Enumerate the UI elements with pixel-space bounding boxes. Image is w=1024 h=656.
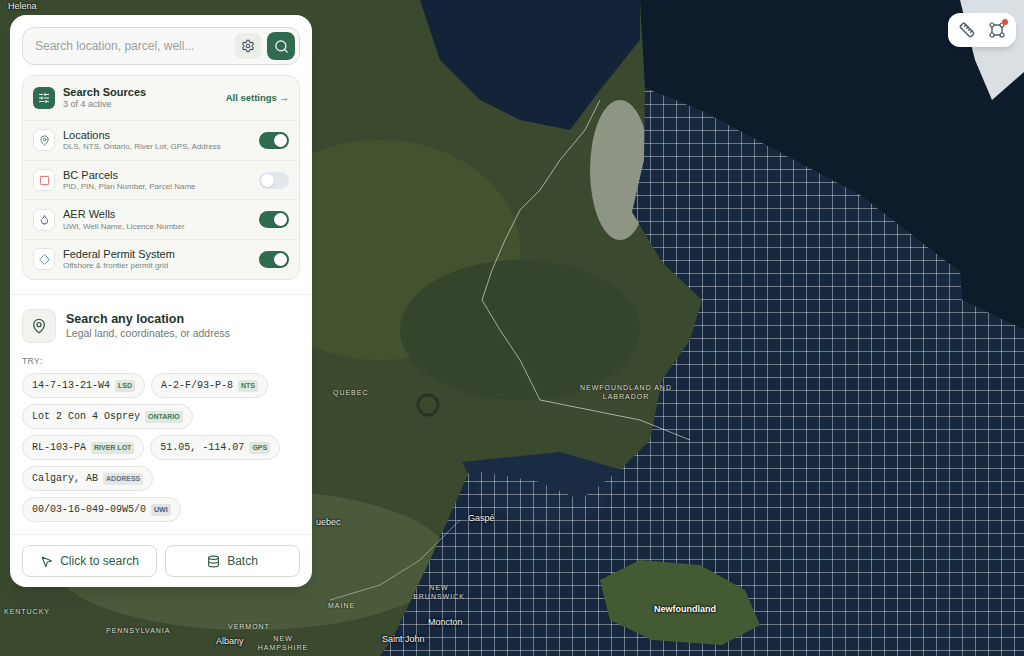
- search-button[interactable]: [267, 32, 295, 60]
- map-label: QUEBEC: [333, 388, 368, 397]
- source-icon: [39, 135, 50, 146]
- all-settings-link[interactable]: All settings →: [226, 91, 289, 105]
- example-chip[interactable]: Calgary, AB ADDRESS: [22, 466, 153, 491]
- source-description: PID, PIN, Plan Number, Parcel Name: [63, 182, 251, 192]
- click-to-search-button[interactable]: Click to search: [22, 545, 157, 577]
- source-icon: [39, 175, 50, 186]
- source-row[interactable]: AER WellsUWI, Well Name, Licence Number: [23, 199, 299, 239]
- example-text: Calgary, AB: [32, 471, 98, 486]
- search-input[interactable]: [35, 37, 229, 55]
- location-pin-icon: [31, 318, 47, 334]
- map-label: Albany: [216, 636, 244, 647]
- source-icon-box: [33, 129, 55, 151]
- cursor-icon: [40, 555, 53, 568]
- map-label: KENTUCKY: [4, 607, 50, 616]
- alert-dot: [1002, 19, 1008, 25]
- example-chip[interactable]: RL-103-PA RIVER LOT: [22, 435, 144, 460]
- source-description: DLS, NTS, Ontario, River Lot, GPS, Addre…: [63, 142, 251, 152]
- example-list: 14-7-13-21-W4 LSD A-2-F/93-P-8 NTS Lot 2 Con…: [22, 373, 300, 522]
- source-icon-box: [33, 169, 55, 191]
- database-icon: [207, 555, 220, 568]
- toggle-knob: [274, 213, 287, 226]
- map-toolbar: [948, 13, 1016, 47]
- example-text: Lot 2 Con 4 Osprey: [32, 409, 140, 424]
- example-badge: LSD: [115, 380, 135, 393]
- search-settings-button[interactable]: [235, 33, 261, 59]
- gear-icon: [241, 39, 255, 53]
- map-label: Gaspé: [468, 513, 495, 524]
- source-icon: [39, 214, 50, 225]
- map-label: Newfoundland: [654, 604, 716, 615]
- source-row[interactable]: LocationsDLS, NTS, Ontario, River Lot, G…: [23, 120, 299, 160]
- batch-button[interactable]: Batch: [165, 545, 300, 577]
- example-badge: ADDRESS: [103, 473, 143, 486]
- source-name: BC Parcels: [63, 168, 251, 182]
- map-label: NEW HAMPSHIRE: [252, 634, 314, 653]
- prompt-subtitle: Legal land, coordinates, or address: [66, 327, 230, 341]
- map-label: Moncton: [428, 617, 463, 628]
- example-text: 51.05, -114.07: [160, 440, 244, 455]
- magnifier-icon: [274, 39, 289, 54]
- toggle-knob: [261, 174, 274, 187]
- example-text: 00/03-16-049-09W5/0: [32, 502, 146, 517]
- panel-footer: Click to searchBatch: [10, 534, 312, 587]
- example-chip[interactable]: Lot 2 Con 4 Osprey ONTARIO: [22, 404, 193, 429]
- map-label: uebec: [316, 517, 341, 528]
- try-label: TRY:: [22, 355, 300, 368]
- select-tool[interactable]: [989, 22, 1005, 38]
- search-bar-row: [10, 15, 312, 75]
- prompt-title: Search any location: [66, 311, 230, 327]
- example-chip[interactable]: 14-7-13-21-W4 LSD: [22, 373, 145, 398]
- sources-header: Search Sources3 of 4 active All settings …: [23, 76, 299, 120]
- source-name: AER Wells: [63, 207, 251, 221]
- source-row[interactable]: Federal Permit SystemOffshore & frontier…: [23, 239, 299, 279]
- map-label: Saint John: [382, 634, 425, 645]
- example-badge: UWI: [151, 504, 171, 517]
- search-panel: Search Sources3 of 4 active All settings …: [10, 15, 312, 587]
- source-toggle[interactable]: [259, 132, 289, 149]
- map-label: Helena: [8, 1, 37, 12]
- map-label: PENNSYLVANIA: [106, 626, 170, 635]
- source-name: Federal Permit System: [63, 247, 251, 261]
- sources-icon-box: [33, 87, 55, 109]
- toggle-knob: [274, 134, 287, 147]
- source-description: UWI, Well Name, Licence Number: [63, 222, 251, 232]
- prompt-icon-box: [22, 309, 56, 343]
- example-chip[interactable]: 51.05, -114.07 GPS: [150, 435, 280, 460]
- source-icon-box: [33, 248, 55, 270]
- map-label: NEWFOUNDLAND AND LABRADOR: [578, 383, 674, 402]
- source-description: Offshore & frontier permit grid: [63, 261, 251, 271]
- toggle-knob: [274, 253, 287, 266]
- sources-summary: 3 of 4 active: [63, 99, 218, 111]
- example-text: A-2-F/93-P-8: [161, 378, 233, 393]
- source-icon: [39, 254, 50, 265]
- source-icon-box: [33, 209, 55, 231]
- example-chip[interactable]: A-2-F/93-P-8 NTS: [151, 373, 268, 398]
- ruler-icon[interactable]: [959, 22, 975, 38]
- source-row[interactable]: BC ParcelsPID, PIN, Plan Number, Parcel …: [23, 160, 299, 200]
- example-text: 14-7-13-21-W4: [32, 378, 110, 393]
- example-text: RL-103-PA: [32, 440, 86, 455]
- example-badge: NTS: [238, 380, 258, 393]
- source-toggle[interactable]: [259, 251, 289, 268]
- example-badge: ONTARIO: [145, 411, 183, 424]
- example-chip[interactable]: 00/03-16-049-09W5/0 UWI: [22, 497, 181, 522]
- sliders-icon: [38, 92, 50, 104]
- source-toggle[interactable]: [259, 211, 289, 228]
- map-label: MAINE: [328, 601, 355, 610]
- map-label: NEW BRUNSWICK: [403, 583, 475, 602]
- source-name: Locations: [63, 128, 251, 142]
- sources-card: Search Sources3 of 4 active All settings …: [22, 75, 300, 280]
- prompt-section: Search any locationLegal land, coordinat…: [10, 294, 312, 535]
- search-field: [22, 27, 300, 65]
- example-badge: GPS: [249, 442, 270, 455]
- map-label: VERMONT: [228, 622, 270, 631]
- sources-title: Search Sources: [63, 85, 218, 99]
- source-toggle[interactable]: [259, 172, 289, 189]
- map-app: Helena QUEBEC NEWFOUNDLAND AND LABRADOR Gas…: [0, 0, 1024, 656]
- example-badge: RIVER LOT: [91, 442, 134, 455]
